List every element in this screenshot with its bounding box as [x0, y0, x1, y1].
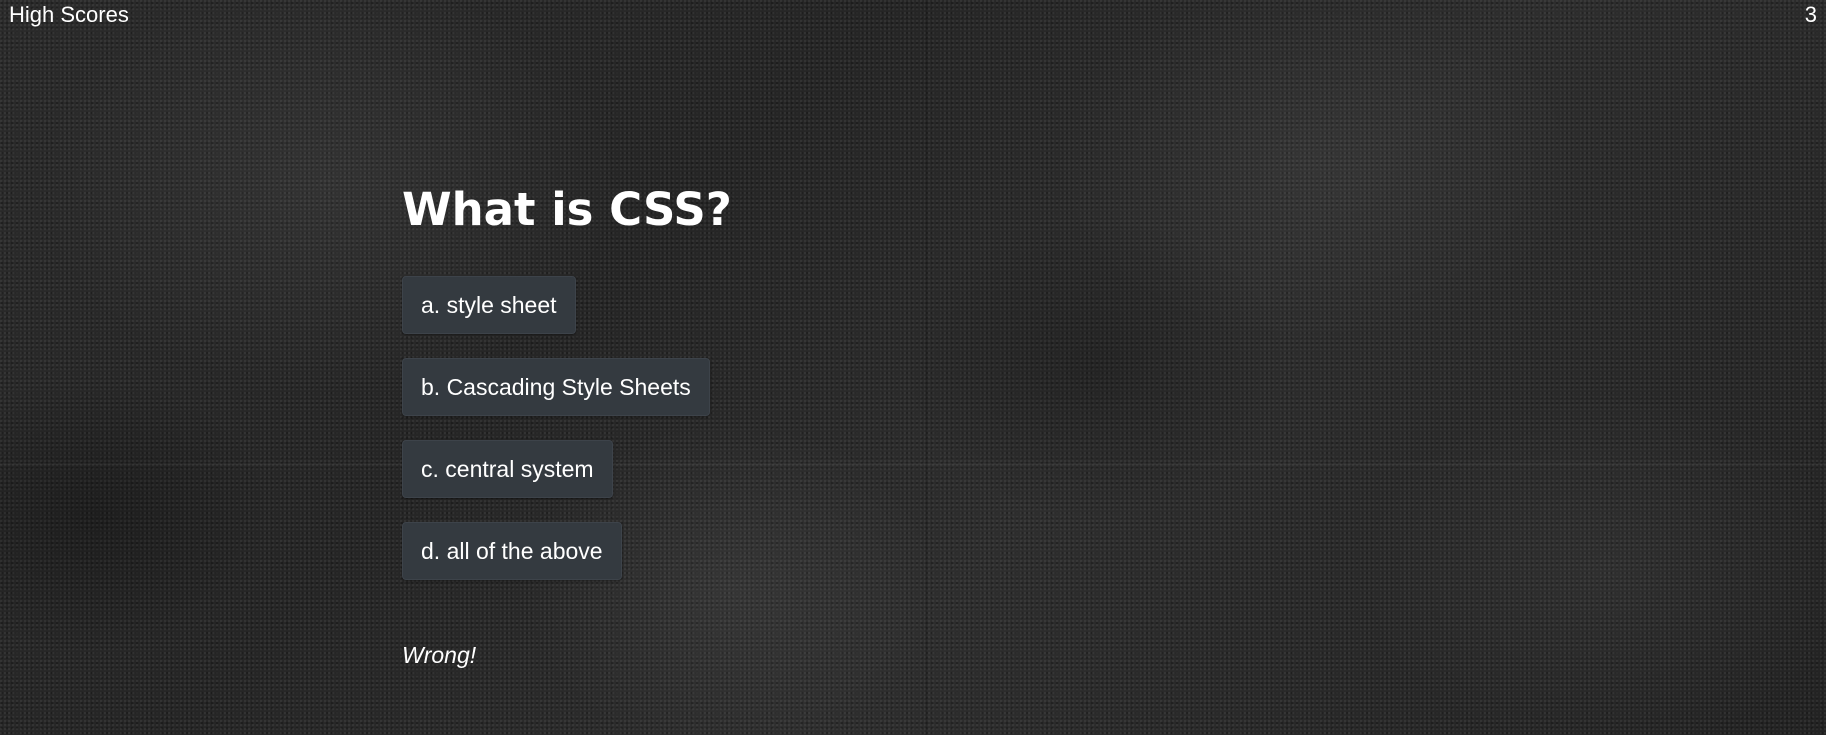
- answer-feedback: Wrong!: [402, 642, 477, 668]
- high-scores-link[interactable]: High Scores: [9, 2, 129, 28]
- choice-b-button[interactable]: b. Cascading Style Sheets: [402, 358, 710, 416]
- background-tile-seam-horizontal: [0, 463, 1826, 465]
- question-title: What is CSS?: [402, 183, 732, 236]
- choice-c-button[interactable]: c. central system: [402, 440, 613, 498]
- background-tile-seam-vertical: [925, 0, 927, 735]
- quiz-container: What is CSS? a. style sheet b. Cascading…: [402, 180, 732, 669]
- choice-d-button[interactable]: d. all of the above: [402, 522, 622, 580]
- choice-a-button[interactable]: a. style sheet: [402, 276, 576, 334]
- timer-value: 3: [1804, 2, 1817, 27]
- answer-choices: a. style sheet b. Cascading Style Sheets…: [402, 276, 732, 604]
